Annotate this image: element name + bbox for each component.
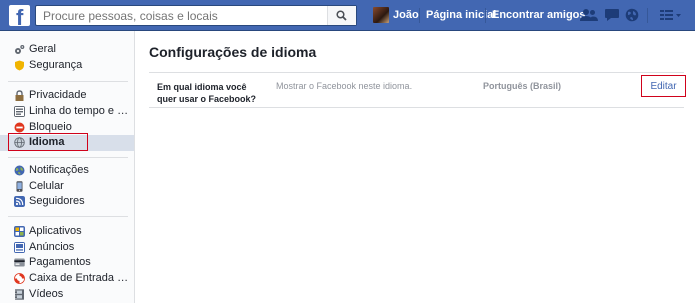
search-input[interactable] xyxy=(36,6,333,25)
block-icon xyxy=(14,122,25,133)
messages-icon[interactable] xyxy=(604,8,620,22)
edit-button-label: Editar xyxy=(650,81,677,92)
sidebar-item-privacidade[interactable]: Privacidade xyxy=(0,88,134,104)
phone-icon xyxy=(16,181,23,192)
apps-icon xyxy=(14,226,25,237)
ads-icon xyxy=(14,242,25,253)
sidebar-divider xyxy=(8,216,128,217)
film-icon xyxy=(15,289,24,300)
sidebar-item-idioma[interactable]: Idioma xyxy=(0,135,134,151)
sidebar-item-aplicativos[interactable]: Aplicativos xyxy=(0,224,134,240)
sidebar-item-label: Seguidores xyxy=(29,195,85,207)
sidebar-item-label: Vídeos xyxy=(29,288,64,300)
edit-button[interactable]: Editar xyxy=(641,75,686,97)
card-icon xyxy=(14,258,25,267)
search-button[interactable] xyxy=(327,6,356,25)
find-friends-link[interactable]: Encontrar amigos xyxy=(492,9,586,21)
sidebar-item-geral[interactable]: Geral xyxy=(0,42,134,58)
sidebar-item-label: Pagamentos xyxy=(29,256,91,268)
sidebar-item-label: Aplicativos xyxy=(29,225,82,237)
sidebar-item-videos[interactable]: Vídeos xyxy=(0,287,134,303)
sidebar-item-label: Geral xyxy=(29,43,56,55)
sidebar-item-label: Anúncios xyxy=(29,241,75,253)
page-title: Configurações de idioma xyxy=(149,44,317,60)
lifebuoy-icon xyxy=(14,273,25,284)
shield-icon xyxy=(15,60,24,71)
sidebar-item-label: Caixa de Entrada de Su... xyxy=(29,272,129,284)
gear-icon xyxy=(15,45,25,54)
setting-current-value: Português (Brasil) xyxy=(483,81,562,91)
lock-icon xyxy=(15,90,24,101)
sidebar-item-bloqueio[interactable]: Bloqueio xyxy=(0,120,134,136)
sidebar-item-label: Linha do tempo e marc... xyxy=(29,105,129,117)
globe-notifications-icon xyxy=(14,165,25,176)
profile-link[interactable]: João xyxy=(393,9,419,21)
search-box xyxy=(35,5,357,26)
sidebar-item-linha-do-tempo[interactable]: Linha do tempo e marc... xyxy=(0,104,134,120)
sidebar-item-caixa-de-entrada[interactable]: Caixa de Entrada de Su... xyxy=(0,271,134,287)
settings-menu-icon[interactable] xyxy=(660,8,682,22)
sidebar-item-anuncios[interactable]: Anúncios xyxy=(0,240,134,256)
notifications-globe-icon[interactable] xyxy=(625,8,639,22)
top-bar: f João Página inicial Encontrar amigos xyxy=(0,0,695,31)
top-separator xyxy=(647,8,648,23)
sidebar-item-pagamentos[interactable]: Pagamentos xyxy=(0,255,134,271)
timeline-icon xyxy=(14,106,25,117)
globe-icon xyxy=(14,137,25,148)
settings-sidebar: Geral Segurança Privacidade Linha do tem… xyxy=(0,31,135,303)
sidebar-item-celular[interactable]: Celular xyxy=(0,179,134,195)
rss-icon xyxy=(14,196,25,207)
sidebar-item-label: Privacidade xyxy=(29,89,87,101)
facebook-logo-letter: f xyxy=(16,5,24,27)
sidebar-item-label: Bloqueio xyxy=(29,121,72,133)
sidebar-item-seguranca[interactable]: Segurança xyxy=(0,58,134,74)
setting-description: Mostrar o Facebook neste idioma. xyxy=(276,81,413,91)
friend-requests-icon[interactable] xyxy=(580,8,598,22)
sidebar-item-label: Celular xyxy=(29,180,64,192)
sidebar-item-seguidores[interactable]: Seguidores xyxy=(0,194,134,210)
sidebar-item-label: Notificações xyxy=(29,164,89,176)
facebook-logo[interactable]: f xyxy=(9,5,30,26)
sidebar-item-label: Idioma xyxy=(29,136,65,148)
row-divider xyxy=(149,107,684,108)
setting-question: Em qual idioma você quer usar o Facebook… xyxy=(157,82,257,104)
top-separator xyxy=(485,8,486,23)
avatar[interactable] xyxy=(373,7,389,23)
sidebar-divider xyxy=(8,81,128,82)
sidebar-item-notificacoes[interactable]: Notificações xyxy=(0,163,134,179)
sidebar-divider xyxy=(8,157,128,158)
search-icon xyxy=(336,10,347,21)
sidebar-item-label: Segurança xyxy=(29,59,83,71)
title-divider xyxy=(149,72,684,73)
top-separator xyxy=(419,8,420,23)
